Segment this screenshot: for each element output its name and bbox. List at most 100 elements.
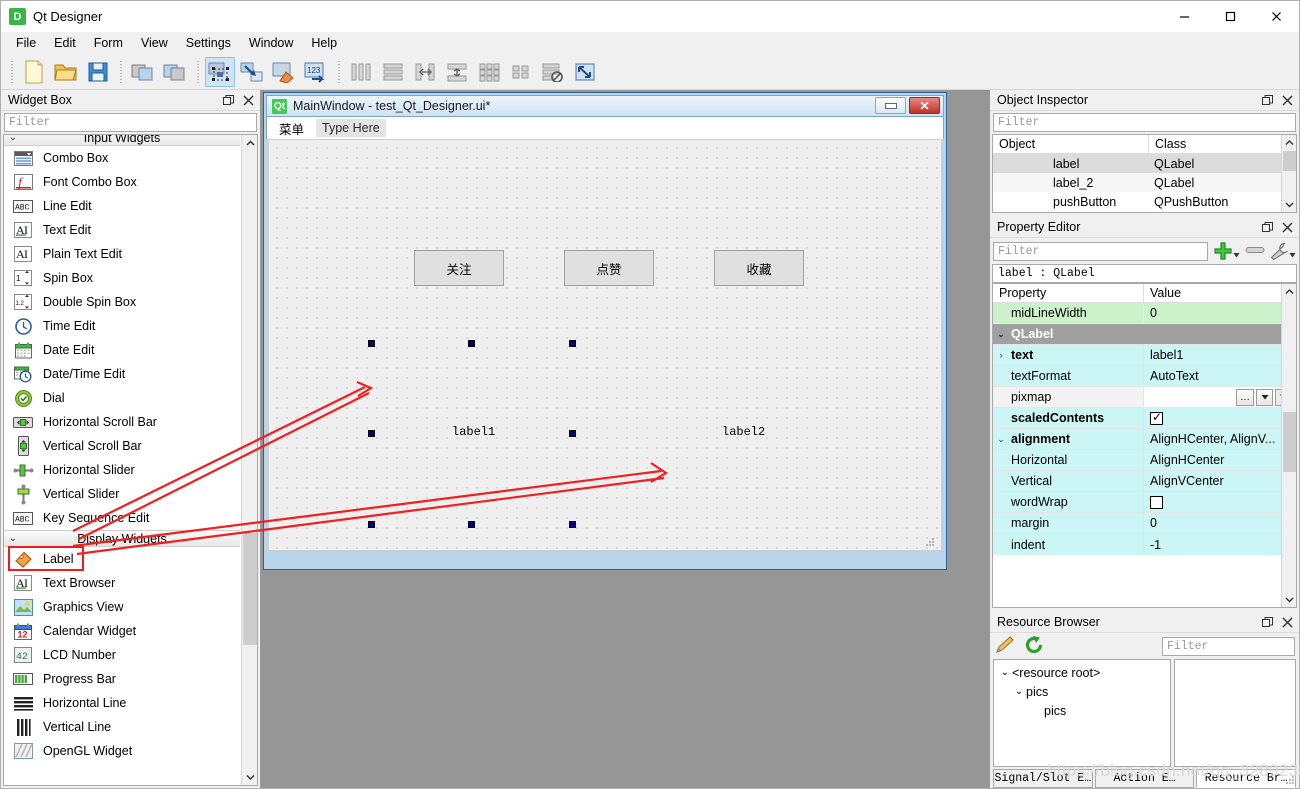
- property-row-indent[interactable]: indent -1: [993, 534, 1296, 555]
- resize-grip-icon[interactable]: [925, 536, 935, 546]
- widget-box-float-button[interactable]: [220, 92, 236, 108]
- open-file-icon[interactable]: [51, 57, 81, 87]
- chevron-down-icon[interactable]: ⌄: [993, 329, 1009, 340]
- form-minimize-button[interactable]: [875, 97, 906, 114]
- form-close-button[interactable]: ✕: [909, 97, 940, 114]
- column-header-property[interactable]: Property: [993, 284, 1143, 302]
- save-file-icon[interactable]: [83, 57, 113, 87]
- scroll-down-arrow-icon[interactable]: [1282, 592, 1297, 607]
- undo-icon[interactable]: [128, 57, 158, 87]
- add-property-icon[interactable]: [1213, 241, 1240, 261]
- widget-box-close-button[interactable]: [240, 92, 256, 108]
- widget-box-scrollbar[interactable]: [241, 135, 257, 785]
- scrollbar-thumb[interactable]: [1283, 151, 1296, 171]
- object-inspector-close-button[interactable]: [1279, 92, 1295, 108]
- layout-grid-icon[interactable]: [474, 57, 504, 87]
- selection-handle[interactable]: [468, 340, 475, 347]
- scaledcontents-checkbox[interactable]: [1150, 412, 1163, 425]
- reload-icon[interactable]: [1024, 635, 1044, 658]
- widget-item-double-spin-box[interactable]: 1.2 Double Spin Box: [4, 290, 240, 314]
- object-inspector-scrollbar[interactable]: [1281, 135, 1296, 212]
- object-inspector-row[interactable]: pushButton QPushButton: [993, 192, 1296, 211]
- widget-box-scrollbar-thumb[interactable]: [243, 533, 257, 645]
- property-row-text[interactable]: ›text label1: [993, 345, 1296, 366]
- widget-item-progress-bar[interactable]: Progress Bar: [4, 667, 240, 691]
- resource-node-pics-child[interactable]: pics: [994, 701, 1170, 720]
- widget-category-display-widgets[interactable]: ⌄ Display Widgets: [4, 530, 240, 547]
- configure-icon[interactable]: [1270, 242, 1296, 261]
- property-editor-float-button[interactable]: [1259, 219, 1275, 235]
- resource-browser-filter-input[interactable]: Filter: [1162, 637, 1295, 656]
- column-header-value[interactable]: Value: [1143, 284, 1296, 302]
- object-inspector-float-button[interactable]: [1259, 92, 1275, 108]
- property-row-midlinewidth[interactable]: midLineWidth 0: [993, 303, 1296, 324]
- edit-resources-icon[interactable]: [994, 635, 1016, 658]
- form-button-shoucang[interactable]: 收藏: [714, 250, 804, 286]
- menu-form[interactable]: Form: [85, 33, 132, 53]
- property-row-alignment[interactable]: ⌄alignment AlignHCenter, AlignV...: [993, 429, 1296, 450]
- widget-item-font-combo-box[interactable]: f Font Combo Box: [4, 170, 240, 194]
- form-button-guanzhu[interactable]: 关注: [414, 250, 504, 286]
- widget-box-filter-input[interactable]: Filter: [4, 113, 257, 132]
- resource-browser-float-button[interactable]: [1259, 614, 1275, 630]
- widget-item-horizontal-slider[interactable]: Horizontal Slider: [4, 458, 240, 482]
- property-row-wordwrap[interactable]: wordWrap: [993, 492, 1296, 513]
- column-header-object[interactable]: Object: [993, 135, 1148, 153]
- layout-horizontally-icon[interactable]: [346, 57, 376, 87]
- scroll-down-arrow-icon[interactable]: [242, 769, 258, 785]
- new-file-icon[interactable]: [19, 57, 49, 87]
- scrollbar-thumb[interactable]: [1283, 412, 1296, 472]
- property-row-scaledcontents[interactable]: scaledContents: [993, 408, 1296, 429]
- property-row-vertical[interactable]: Vertical AlignVCenter: [993, 471, 1296, 492]
- widget-item-horizontal-line[interactable]: Horizontal Line: [4, 691, 240, 715]
- break-layout-icon[interactable]: [538, 57, 568, 87]
- resource-browser-close-button[interactable]: [1279, 614, 1295, 630]
- widget-item-graphics-view[interactable]: Graphics View: [4, 595, 240, 619]
- widget-item-calendar-widget[interactable]: 12 Calendar Widget: [4, 619, 240, 643]
- adjust-size-icon[interactable]: [570, 57, 600, 87]
- edit-signals-slots-icon[interactable]: [237, 57, 267, 87]
- menu-view[interactable]: View: [132, 33, 177, 53]
- selection-handle[interactable]: [468, 521, 475, 528]
- widget-item-line-edit[interactable]: ABC Line Edit: [4, 194, 240, 218]
- form-label-1[interactable]: label1: [452, 425, 495, 439]
- layout-vertically-icon[interactable]: [378, 57, 408, 87]
- redo-icon[interactable]: [160, 57, 190, 87]
- layout-form-icon[interactable]: [506, 57, 536, 87]
- scroll-up-arrow-icon[interactable]: [242, 135, 258, 151]
- menu-settings[interactable]: Settings: [177, 33, 240, 53]
- edit-buddies-icon[interactable]: [269, 57, 299, 87]
- property-group-qlabel[interactable]: ⌄QLabel: [993, 324, 1296, 345]
- maximize-button[interactable]: [1207, 1, 1253, 32]
- widget-item-label[interactable]: Label: [4, 547, 240, 571]
- pixmap-dropdown-button[interactable]: [1256, 389, 1273, 406]
- widget-item-vertical-line[interactable]: Vertical Line: [4, 715, 240, 739]
- widget-item-combo-box[interactable]: Combo Box: [4, 146, 240, 170]
- selection-handle[interactable]: [569, 340, 576, 347]
- widget-item-opengl-widget[interactable]: OpenGL Widget: [4, 739, 240, 763]
- form-label-2[interactable]: label2: [722, 425, 765, 439]
- widget-item-time-edit[interactable]: Time Edit: [4, 314, 240, 338]
- form-design-surface[interactable]: 关注 点赞 收藏 label1 label2: [268, 139, 942, 551]
- layout-splitter-h-icon[interactable]: [410, 57, 440, 87]
- widget-item-lcd-number[interactable]: 42 LCD Number: [4, 643, 240, 667]
- widget-item-vertical-slider[interactable]: Vertical Slider: [4, 482, 240, 506]
- object-inspector-row[interactable]: label QLabel: [993, 154, 1296, 173]
- status-resize-grip-icon[interactable]: [1284, 774, 1295, 785]
- chevron-right-icon[interactable]: ›: [993, 350, 1009, 360]
- column-header-class[interactable]: Class: [1148, 135, 1296, 153]
- widget-item-plain-text-edit[interactable]: AI Plain Text Edit: [4, 242, 240, 266]
- selection-handle[interactable]: [368, 340, 375, 347]
- pixmap-browse-button[interactable]: …: [1236, 389, 1254, 406]
- resource-node-pics[interactable]: ⌄ pics: [994, 682, 1170, 701]
- object-inspector-row[interactable]: label_2 QLabel: [993, 173, 1296, 192]
- selection-handle[interactable]: [368, 430, 375, 437]
- selection-handle[interactable]: [569, 430, 576, 437]
- form-menu-item[interactable]: 菜单: [273, 117, 310, 140]
- property-row-pixmap[interactable]: pixmap …: [993, 387, 1296, 408]
- layout-splitter-v-icon[interactable]: [442, 57, 472, 87]
- minimize-button[interactable]: [1161, 1, 1207, 32]
- widget-category-input-widgets[interactable]: ⌄ Input Widgets: [4, 134, 240, 146]
- property-editor-filter-input[interactable]: Filter: [993, 242, 1208, 261]
- widget-item-vertical-scroll-bar[interactable]: Vertical Scroll Bar: [4, 434, 240, 458]
